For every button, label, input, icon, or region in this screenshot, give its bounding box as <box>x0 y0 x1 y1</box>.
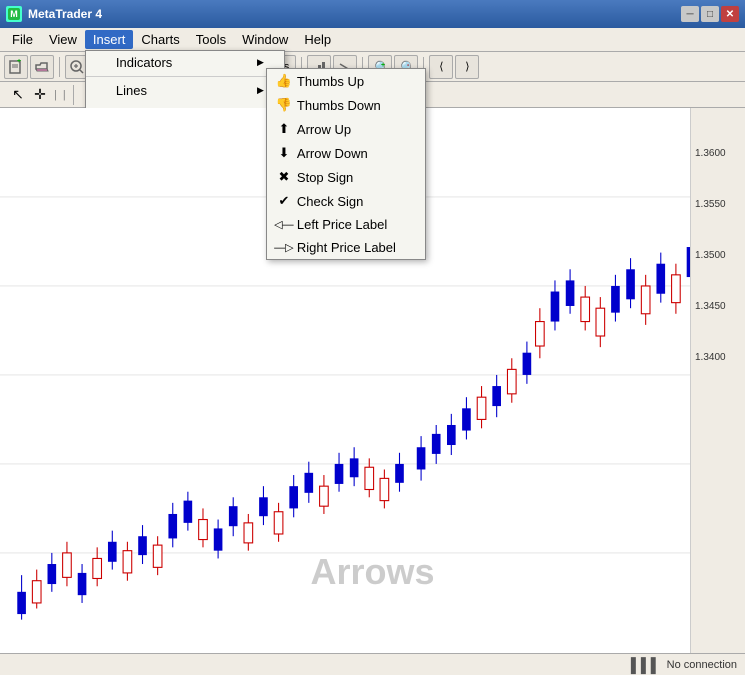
app-icon: M <box>6 6 22 22</box>
left-price-item[interactable]: ◁— Left Price Label <box>267 213 425 236</box>
menu-file[interactable]: File <box>4 30 41 49</box>
price-3: 1.3500 <box>691 250 745 261</box>
new-btn[interactable]: + <box>4 55 28 79</box>
arrows-submenu: 👍 Thumbs Up 👎 Thumbs Down ⬆ Arrow Up ⬇ A… <box>266 68 426 260</box>
stop-sign-item[interactable]: ✖ Stop Sign <box>267 165 425 189</box>
price-5: 1.3400 <box>691 352 745 363</box>
arrow-tool[interactable]: ↖ <box>8 85 28 105</box>
scroll-right-btn[interactable]: ⟩ <box>455 55 479 79</box>
thumbs-up-icon: 👍 <box>275 73 293 89</box>
open-btn[interactable] <box>30 55 54 79</box>
arrow-down-item[interactable]: ⬇ Arrow Down <box>267 141 425 165</box>
stop-sign-icon: ✖ <box>275 169 293 185</box>
svg-text:+: + <box>17 59 21 65</box>
separator-v2: | <box>61 89 68 101</box>
sep1 <box>59 57 60 77</box>
titlebar: M MetaTrader 4 ─ □ ✕ <box>0 0 745 28</box>
separator-v: | <box>52 89 59 101</box>
statusbar: ▌▌▌ No connection <box>0 653 745 675</box>
arrow-up-item[interactable]: ⬆ Arrow Up <box>267 117 425 141</box>
menu-indicators[interactable]: Indicators ▶ <box>86 51 284 74</box>
price-4: 1.3450 <box>691 301 745 312</box>
maximize-button[interactable]: □ <box>701 6 719 22</box>
minimize-button[interactable]: ─ <box>681 6 699 22</box>
price-1: 1.3600 <box>691 148 745 159</box>
left-price-icon: ◁— <box>275 218 293 231</box>
sep-tf <box>73 85 74 105</box>
connection-status: No connection <box>667 659 737 671</box>
menubar: File View Insert Indicators ▶ Lines ▶ Ch… <box>0 28 745 52</box>
menu-insert[interactable]: Insert Indicators ▶ Lines ▶ Channels ▶ G <box>85 30 134 49</box>
titlebar-left: M MetaTrader 4 <box>6 6 102 22</box>
check-sign-icon: ✔ <box>275 193 293 209</box>
scroll-left-btn[interactable]: ⟨ <box>429 55 453 79</box>
price-2: 1.3550 <box>691 199 745 210</box>
sep1 <box>86 76 284 77</box>
menu-view[interactable]: View <box>41 30 85 49</box>
menu-window[interactable]: Window <box>234 30 296 49</box>
signal-icon: ▌▌▌ <box>631 657 661 673</box>
crosshair-tool[interactable]: ✛ <box>30 85 50 105</box>
right-price-icon: —▷ <box>275 241 293 254</box>
app-title: MetaTrader 4 <box>28 7 102 21</box>
menu-tools[interactable]: Tools <box>188 30 234 49</box>
window-controls: ─ □ ✕ <box>681 6 739 22</box>
svg-text:M: M <box>10 9 18 19</box>
thumbs-down-item[interactable]: 👎 Thumbs Down <box>267 93 425 117</box>
close-button[interactable]: ✕ <box>721 6 739 22</box>
menu-help[interactable]: Help <box>296 30 339 49</box>
arrow-down-icon: ⬇ <box>275 145 293 161</box>
check-sign-item[interactable]: ✔ Check Sign <box>267 189 425 213</box>
thumbs-down-icon: 👎 <box>275 97 293 113</box>
thumbs-up-item[interactable]: 👍 Thumbs Up <box>267 69 425 93</box>
menu-charts[interactable]: Charts <box>133 30 187 49</box>
arrow-up-icon: ⬆ <box>275 121 293 137</box>
price-axis: 1.3600 1.3550 1.3500 1.3450 1.3400 <box>690 108 745 653</box>
right-price-item[interactable]: —▷ Right Price Label <box>267 236 425 259</box>
menu-lines[interactable]: Lines ▶ <box>86 79 284 102</box>
